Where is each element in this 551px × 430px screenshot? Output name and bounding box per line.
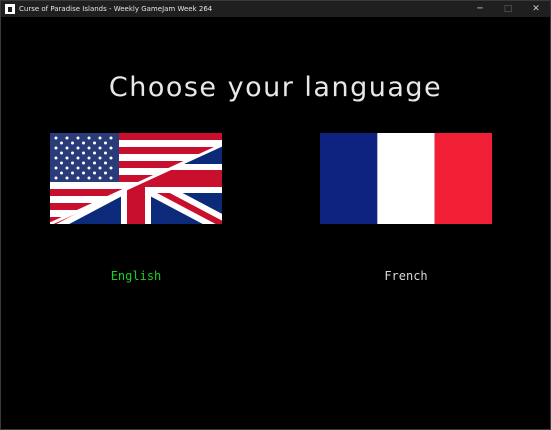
minimize-button[interactable]: ─ xyxy=(466,1,494,17)
window-controls: ─ □ ✕ xyxy=(466,1,550,17)
english-option[interactable]: English xyxy=(76,269,196,283)
title-bar[interactable]: Curse of Paradise Islands - Weekly GameJ… xyxy=(1,1,550,17)
french-option[interactable]: French xyxy=(346,269,466,283)
close-button[interactable]: ✕ xyxy=(522,1,550,17)
window-title: Curse of Paradise Islands - Weekly GameJ… xyxy=(19,5,213,13)
page-title: Choose your language xyxy=(108,72,443,103)
french-flag-icon[interactable] xyxy=(320,133,492,224)
game-window: Curse of Paradise Islands - Weekly GameJ… xyxy=(0,0,551,430)
maximize-button[interactable]: □ xyxy=(494,1,522,17)
game-canvas: Choose your language English French xyxy=(1,17,550,429)
app-icon xyxy=(5,4,15,14)
english-flag-icon[interactable] xyxy=(50,133,222,224)
